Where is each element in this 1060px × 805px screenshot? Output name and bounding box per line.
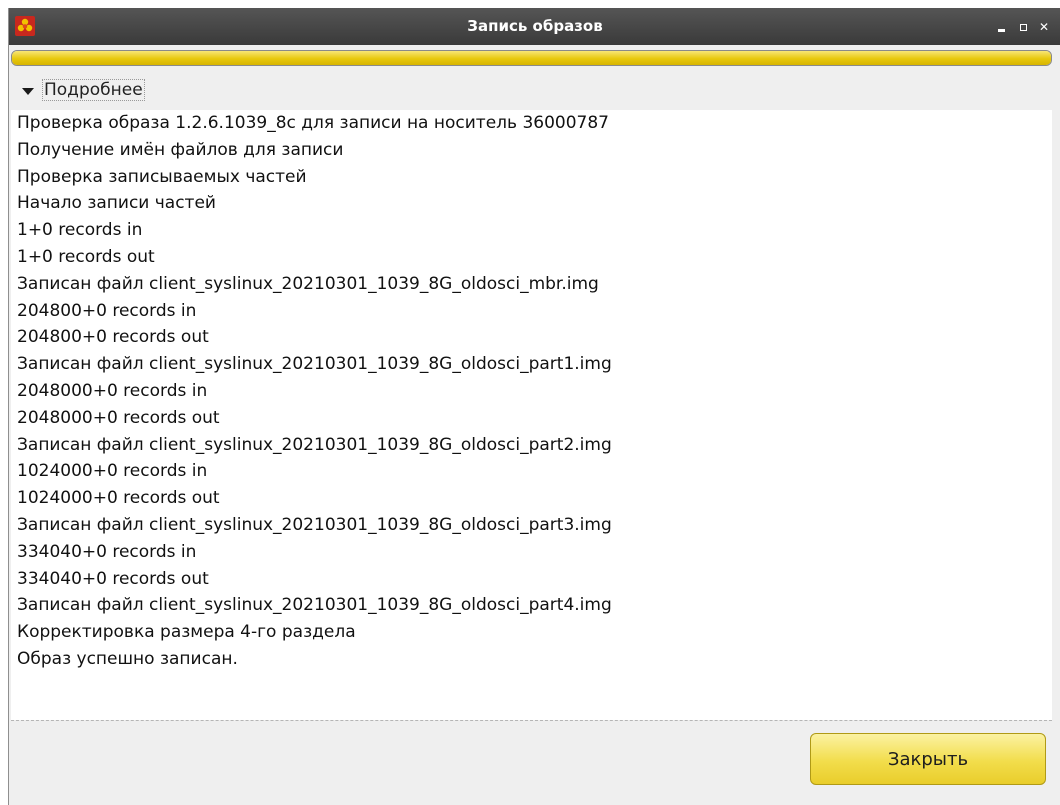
log-line: Записан файл client_syslinux_20210301_10… <box>17 273 599 294</box>
log-line: Получение имён файлов для записи <box>17 139 344 160</box>
log-line: 334040+0 records in <box>17 541 197 562</box>
log-line: 2048000+0 records out <box>17 407 220 428</box>
log-line: 1+0 records out <box>17 246 155 267</box>
log-line: Записан файл client_syslinux_20210301_10… <box>17 595 612 616</box>
log-line: Проверка записываемых частей <box>17 166 307 187</box>
triangle-down-icon <box>22 87 34 95</box>
title-bar[interactable]: Запись образов ✕ <box>9 8 1060 45</box>
log-line: Начало записи частей <box>17 193 216 214</box>
details-expander-label: Подробнее <box>42 79 145 101</box>
log-line: 2048000+0 records in <box>17 380 208 401</box>
log-text-view[interactable]: Проверка образа 1.2.6.1039_8c для записи… <box>11 110 1052 720</box>
details-expander[interactable]: Подробнее <box>22 78 145 102</box>
log-line: Записан файл client_syslinux_20210301_10… <box>17 434 612 455</box>
log-line: Записан файл client_syslinux_20210301_10… <box>17 354 612 375</box>
log-line: 334040+0 records out <box>17 568 209 589</box>
window-title: Запись образов <box>467 17 603 35</box>
minimize-icon[interactable] <box>995 19 1011 35</box>
window-controls: ✕ <box>995 8 1060 45</box>
maximize-icon[interactable] <box>1017 19 1033 35</box>
log-line: 1024000+0 records out <box>17 488 220 509</box>
separator <box>11 720 1052 721</box>
log-lines: Проверка образа 1.2.6.1039_8c для записи… <box>11 110 1052 673</box>
write-progress-bar <box>11 50 1052 66</box>
log-line: Проверка образа 1.2.6.1039_8c для записи… <box>17 113 609 133</box>
log-line: Образ успешно записан. <box>17 648 238 669</box>
log-line: 204800+0 records in <box>17 300 197 321</box>
log-line: Корректировка размера 4-го раздела <box>17 622 356 643</box>
close-button[interactable]: Закрыть <box>810 733 1046 785</box>
log-line: 1024000+0 records in <box>17 461 208 482</box>
progress-fill <box>12 51 1051 65</box>
close-button-label: Закрыть <box>887 748 969 770</box>
log-line: Записан файл client_syslinux_20210301_10… <box>17 514 612 535</box>
log-line: 204800+0 records out <box>17 327 209 348</box>
close-window-icon[interactable]: ✕ <box>1039 19 1055 35</box>
log-line: 1+0 records in <box>17 220 143 241</box>
